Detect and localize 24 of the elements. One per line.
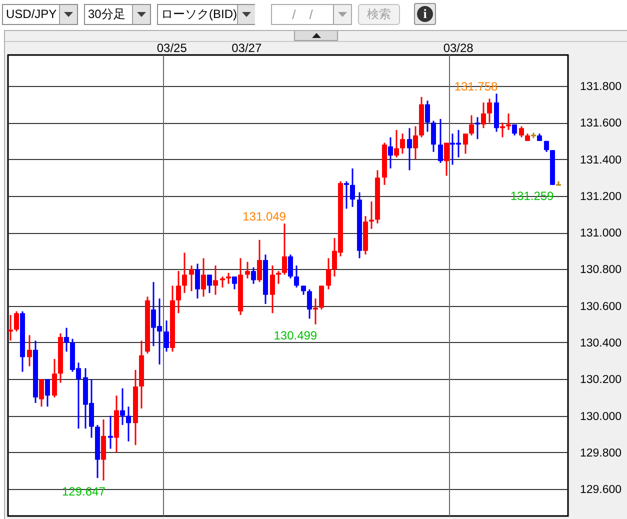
axis-label: 130.800	[580, 264, 622, 276]
axis-label: 130.400	[580, 337, 622, 350]
price-label: 131.049	[242, 210, 286, 224]
axis-label: 129.800	[580, 447, 622, 460]
date-label: 03/25	[156, 42, 187, 55]
date-label: 03/27	[232, 42, 262, 55]
select-value: 30分足	[87, 6, 126, 22]
dropdown-select[interactable]: ローソク(BID)	[157, 4, 255, 24]
axis-label: 131.600	[580, 118, 622, 130]
price-label: 130.499	[274, 328, 318, 342]
date-label: 03/28	[443, 42, 474, 55]
axis-label: 131.400	[580, 154, 622, 166]
info-button[interactable]: i	[414, 3, 436, 25]
axis-label: 130.200	[580, 374, 622, 386]
axis-label: 131.200	[580, 190, 622, 203]
select-value: ローソク(BID)	[160, 6, 237, 22]
axis-label: 129.600	[580, 484, 622, 496]
dropdown-select[interactable]: USD/JPY	[2, 4, 78, 24]
select-value: USD/JPY	[5, 6, 58, 22]
axis-label: 130.000	[580, 410, 622, 423]
axis-label: 131.000	[580, 228, 622, 240]
dropdown-select[interactable]: 30分足	[84, 4, 151, 24]
axis-label: 131.800	[580, 80, 622, 93]
axis-label: 130.600	[580, 300, 622, 313]
